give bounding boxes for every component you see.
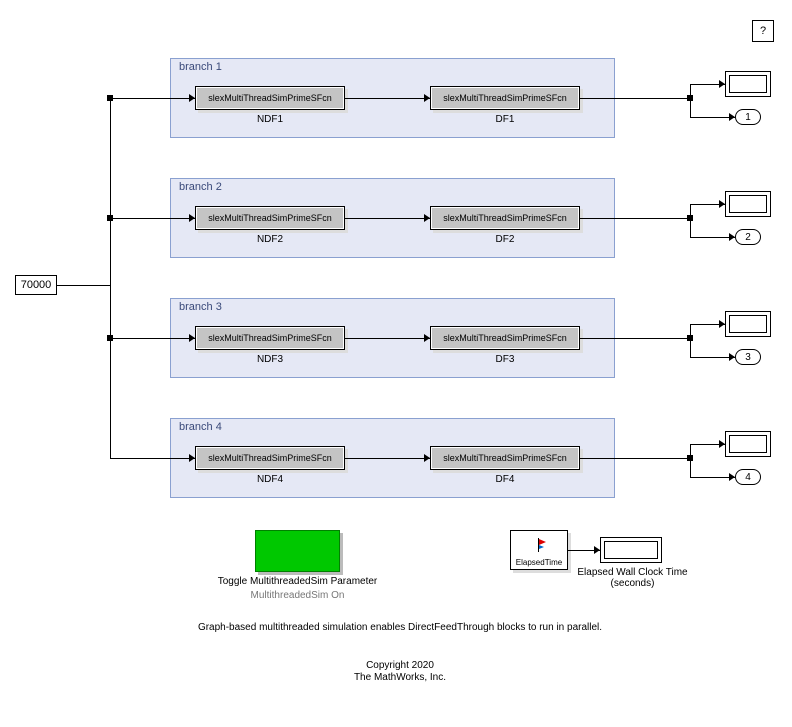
arrow-icon [189,94,195,102]
sfcn-label: DF4 [465,474,545,485]
outport-number: 4 [745,472,751,483]
arrow-icon [424,454,430,462]
outport-number: 3 [745,352,751,363]
sfcn-label: NDF4 [230,474,310,485]
signal-line [690,84,691,98]
sfcn-label: NDF1 [230,114,310,125]
sfcn-label: DF2 [465,234,545,245]
sfcn-label: DF1 [465,114,545,125]
branch-title: branch 1 [179,61,222,73]
outport-block[interactable]: 3 [735,349,761,365]
arrow-icon [189,214,195,222]
arrow-icon [729,353,735,361]
arrow-icon [719,440,725,448]
sfcn-text: slexMultiThreadSimPrimeSFcn [208,93,332,103]
signal-line [110,218,195,219]
sfcn-block[interactable]: slexMultiThreadSimPrimeSFcn [430,206,580,230]
sfcn-block[interactable]: slexMultiThreadSimPrimeSFcn [430,326,580,350]
sfcn-text: slexMultiThreadSimPrimeSFcn [208,333,332,343]
outport-number: 1 [745,112,751,123]
arrow-icon [424,334,430,342]
signal-line [690,458,691,477]
toggle-switch[interactable] [255,530,340,572]
scope-screen [729,435,767,453]
signal-line [580,338,690,339]
toggle-status: MultithreadedSim On [210,590,385,601]
outport-number: 2 [745,232,751,243]
arrow-icon [424,214,430,222]
sfcn-text: slexMultiThreadSimPrimeSFcn [208,453,332,463]
outport-block[interactable]: 4 [735,469,761,485]
arrow-icon [729,113,735,121]
sfcn-block[interactable]: slexMultiThreadSimPrimeSFcn [195,206,345,230]
signal-line [110,458,195,459]
signal-line [690,444,691,458]
arrow-icon [424,94,430,102]
footer-company: The MathWorks, Inc. [150,672,650,683]
signal-line [690,218,691,237]
outport-block[interactable]: 2 [735,229,761,245]
arrow-icon [189,334,195,342]
sfcn-block[interactable]: slexMultiThreadSimPrimeSFcn [195,326,345,350]
help-icon: ? [760,25,766,37]
footer-copyright: Copyright 2020 [150,660,650,671]
signal-line [690,338,691,357]
signal-line [580,458,690,459]
constant-value: 70000 [21,279,52,291]
sfcn-label: NDF2 [230,234,310,245]
elapsed-block-text: ElapsedTime [516,558,562,567]
toggle-caption: Toggle MultithreadedSim Parameter [210,576,385,587]
signal-line [110,338,195,339]
signal-line [580,98,690,99]
sfcn-text: slexMultiThreadSimPrimeSFcn [443,213,567,223]
scope-screen [729,75,767,93]
sfcn-block[interactable]: slexMultiThreadSimPrimeSFcn [195,446,345,470]
sfcn-block[interactable]: slexMultiThreadSimPrimeSFcn [430,446,580,470]
scope-screen [729,195,767,213]
arrow-icon [719,200,725,208]
branch-title: branch 3 [179,301,222,313]
signal-line [690,324,691,338]
signal-line [690,98,691,117]
branch-title: branch 2 [179,181,222,193]
sfcn-label: NDF3 [230,354,310,365]
signal-line [57,285,110,286]
elapsed-time-block[interactable]: ElapsedTime [510,530,568,570]
signal-line [110,98,111,458]
sfcn-block[interactable]: slexMultiThreadSimPrimeSFcn [430,86,580,110]
sfcn-text: slexMultiThreadSimPrimeSFcn [443,333,567,343]
sfcn-text: slexMultiThreadSimPrimeSFcn [443,93,567,103]
help-button[interactable]: ? [752,20,774,42]
scope-block[interactable] [725,191,771,217]
arrow-icon [719,80,725,88]
branch-title: branch 4 [179,421,222,433]
display-caption: Elapsed Wall Clock Time (seconds) [575,567,690,589]
constant-block[interactable]: 70000 [15,275,57,295]
arrow-icon [719,320,725,328]
flag-icon [531,538,547,554]
footer-description: Graph-based multithreaded simulation ena… [150,622,650,633]
arrow-icon [594,546,600,554]
signal-line [580,218,690,219]
signal-line [345,338,430,339]
scope-block[interactable] [725,71,771,97]
display-screen [604,541,658,559]
sfcn-label: DF3 [465,354,545,365]
arrow-icon [189,454,195,462]
signal-line [345,218,430,219]
sfcn-text: slexMultiThreadSimPrimeSFcn [443,453,567,463]
display-block[interactable] [600,537,662,563]
sfcn-block[interactable]: slexMultiThreadSimPrimeSFcn [195,86,345,110]
signal-line [690,204,691,218]
scope-screen [729,315,767,333]
signal-line [110,98,195,99]
scope-block[interactable] [725,431,771,457]
arrow-icon [729,473,735,481]
sfcn-text: slexMultiThreadSimPrimeSFcn [208,213,332,223]
arrow-icon [729,233,735,241]
signal-line [345,98,430,99]
signal-line [345,458,430,459]
outport-block[interactable]: 1 [735,109,761,125]
scope-block[interactable] [725,311,771,337]
